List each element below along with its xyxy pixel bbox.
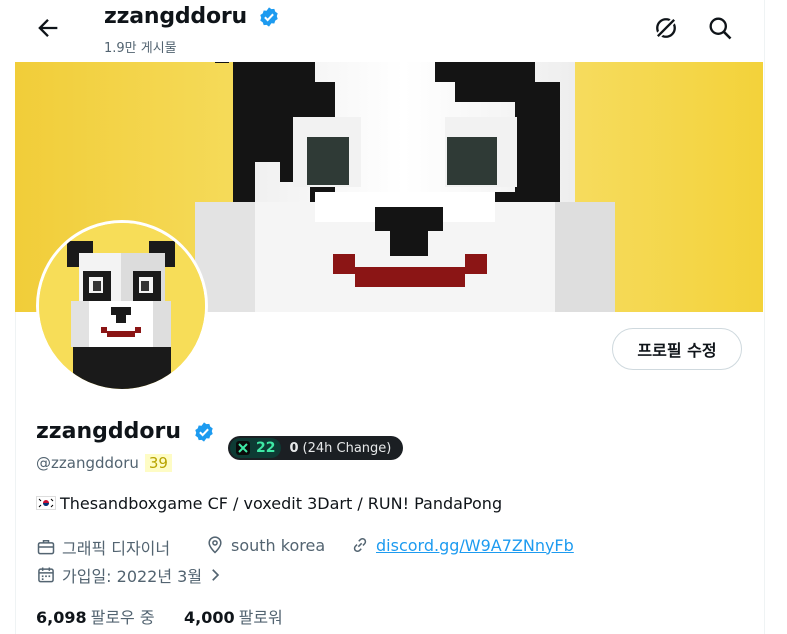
followers-count: 4,000 bbox=[184, 608, 235, 627]
search-button[interactable] bbox=[706, 14, 734, 42]
avatar[interactable] bbox=[36, 220, 208, 392]
display-name-row: zzangddoru bbox=[36, 419, 215, 444]
handle-badge: 39 bbox=[144, 454, 172, 472]
link-icon bbox=[353, 537, 367, 553]
score-logo-icon bbox=[236, 441, 250, 455]
verified-badge-icon[interactable] bbox=[193, 421, 215, 443]
followers-label: 팔로워 bbox=[238, 608, 283, 627]
verified-badge-icon[interactable] bbox=[258, 6, 280, 28]
edit-profile-button[interactable]: 프로필 수정 bbox=[612, 328, 742, 370]
score-change-label: (24h Change) bbox=[302, 440, 392, 456]
briefcase-icon bbox=[37, 540, 55, 555]
bio-text: Thesandboxgame CF / voxedit 3Dart / RUN!… bbox=[60, 494, 503, 513]
handle-row: @zzangddoru 39 bbox=[36, 454, 172, 472]
bio: Thesandboxgame CF / voxedit 3Dart / RUN!… bbox=[36, 494, 502, 513]
back-arrow-icon bbox=[38, 19, 58, 37]
location: south korea bbox=[205, 535, 325, 555]
handle: @zzangddoru bbox=[36, 454, 139, 472]
calendar-icon bbox=[38, 567, 54, 583]
chevron-right-icon bbox=[212, 569, 220, 581]
korea-flag-icon bbox=[36, 496, 56, 510]
following-link[interactable]: 6,098 팔로우 중 bbox=[36, 604, 155, 628]
website: discord.gg/W9A7ZNnyFb bbox=[350, 535, 574, 555]
followers-link[interactable]: 4,000 팔로워 bbox=[184, 604, 283, 628]
following-count: 6,098 bbox=[36, 608, 87, 627]
website-link[interactable]: discord.gg/W9A7ZNnyFb bbox=[376, 536, 574, 555]
joined-date[interactable]: 가입일: 2022년 3월 bbox=[36, 563, 224, 587]
panda-avatar-image bbox=[39, 223, 205, 389]
back-button[interactable] bbox=[34, 14, 62, 42]
cycle-button[interactable] bbox=[652, 14, 680, 42]
following-label: 팔로우 중 bbox=[90, 608, 155, 627]
score-value: 22 bbox=[256, 440, 276, 456]
score-change: 0 bbox=[289, 440, 299, 456]
header-name: zzangddoru bbox=[104, 4, 247, 29]
score-pill: 22 bbox=[230, 438, 282, 458]
location-text: south korea bbox=[231, 535, 326, 555]
score-badge[interactable]: 22 0 (24h Change) bbox=[228, 436, 404, 460]
occupation-text: 그래픽 디자이너 bbox=[62, 539, 171, 558]
display-name: zzangddoru bbox=[36, 419, 181, 444]
cycle-icon bbox=[654, 16, 678, 40]
post-count: 1.9만 게시물 bbox=[104, 41, 177, 56]
header-title: zzangddoru bbox=[104, 4, 280, 29]
location-pin-icon bbox=[208, 536, 222, 554]
search-icon bbox=[709, 17, 732, 40]
joined-text: 가입일: 2022년 3월 bbox=[62, 567, 203, 586]
occupation: 그래픽 디자이너 bbox=[36, 535, 170, 559]
